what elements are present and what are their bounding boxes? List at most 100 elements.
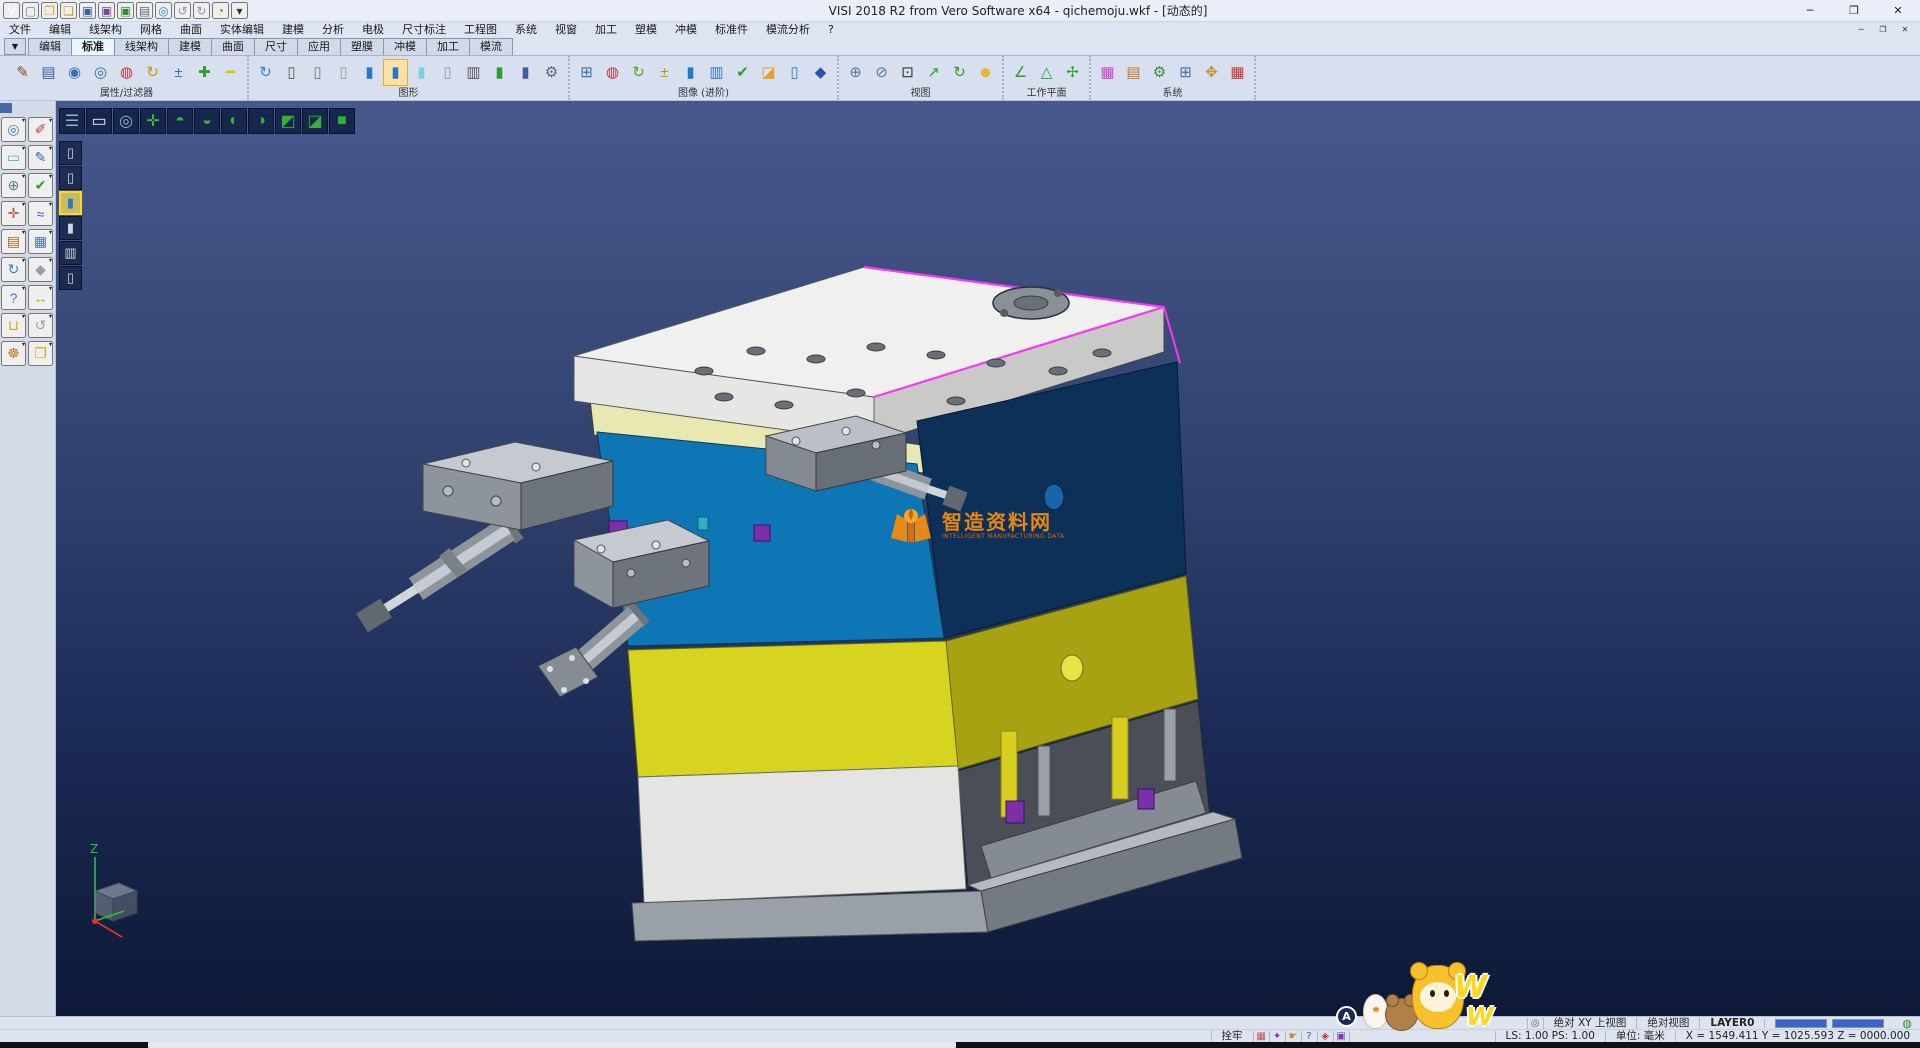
visibility-traffic-light-icon[interactable]: ◍ (114, 59, 139, 86)
dashed-blue-cylinder-icon[interactable]: ▮ (678, 59, 703, 86)
tab-surface[interactable]: 曲面 (211, 38, 255, 55)
hide-subtract-icon[interactable]: ━ (218, 59, 243, 86)
mode-analysis-icon[interactable]: ▯ (59, 266, 82, 290)
model-purple-fitting[interactable] (754, 525, 770, 541)
mdi-restore-button[interactable]: ❐ (1872, 23, 1894, 36)
refresh-visibility-icon[interactable]: ↻ (140, 59, 165, 86)
model-mold-assembly[interactable] (56, 101, 1920, 1016)
view-top-icon[interactable]: ◓ (167, 108, 193, 134)
menu-item[interactable]: 工程图 (455, 22, 506, 37)
tab-dropdown-button[interactable]: ▼ (4, 38, 26, 55)
display-settings-icon[interactable]: ▤ (1121, 59, 1146, 86)
view-back-icon[interactable]: ◪ (302, 108, 328, 134)
status-layer[interactable]: LAYER0 (1699, 1018, 1764, 1029)
selection-hand-icon[interactable]: ✥ (1199, 59, 1224, 86)
modify-attributes-icon[interactable]: ✎ (10, 59, 35, 86)
ucs-axes-icon[interactable]: ✛ (1, 201, 26, 226)
attribute-books-icon[interactable]: ▤ (1, 229, 26, 254)
export-block-icon[interactable]: ◈ (1317, 1031, 1333, 1042)
tab-dimension[interactable]: 尺寸 (254, 38, 298, 55)
mode-transparent-icon[interactable]: ▥ (59, 241, 82, 265)
view-ucs-icon[interactable]: ✛ (140, 108, 166, 134)
mode-wireframe-icon[interactable]: ▯ (59, 141, 82, 165)
snap-window-icon[interactable]: ▦ (1253, 1031, 1269, 1042)
navigation-wheel-icon[interactable]: ☸ (1, 341, 26, 366)
toggle-visibility-icon[interactable]: ± (166, 59, 191, 86)
wireframe-blue-cylinder-icon[interactable]: ▯ (782, 59, 807, 86)
tab-machining[interactable]: 加工 (426, 38, 470, 55)
menu-item[interactable]: 线架构 (80, 22, 131, 37)
shade-face-icon[interactable]: ☻ (973, 59, 998, 86)
history-icon[interactable]: ◔ (212, 2, 229, 19)
hidden-line-cylinder-icon[interactable]: ▯ (305, 59, 330, 86)
menu-item[interactable]: 模流分析 (757, 22, 819, 37)
wireframe-cylinder-icon[interactable]: ▯ (279, 59, 304, 86)
color-palette-icon[interactable]: ▦ (1095, 59, 1120, 86)
magic-wand-icon[interactable]: ✦ (1269, 1031, 1285, 1042)
refresh-view-icon[interactable]: ↻ (1, 257, 26, 282)
shaded-edges-cylinder-icon[interactable]: ▮ (357, 59, 382, 86)
menu-item[interactable]: 系统 (506, 22, 546, 37)
status-lock-toggle[interactable]: 拴牢 (1211, 1031, 1253, 1042)
model-locating-ring[interactable] (993, 287, 1069, 319)
status-view-label[interactable]: 绝对 XY 上视图 (1543, 1018, 1637, 1029)
advanced-refresh-icon[interactable]: ↻ (626, 59, 651, 86)
redraw-icon[interactable]: ↻ (253, 59, 278, 86)
zoom-layers-icon[interactable]: ◎ (1, 117, 26, 142)
workplane-view-icon[interactable]: ✢ (1060, 59, 1085, 86)
scale-1-1-icon[interactable]: ⊡ (895, 59, 920, 86)
advanced-traffic-light-icon[interactable]: ◍ (600, 59, 625, 86)
view-iso-icon[interactable]: ■ (329, 108, 355, 134)
menu-item[interactable]: 编辑 (40, 22, 80, 37)
render-settings-icon[interactable]: ⚙ (539, 59, 564, 86)
advanced-toggle-icon[interactable]: ± (652, 59, 677, 86)
striped-cylinder-icon[interactable]: ▥ (704, 59, 729, 86)
save-as-icon[interactable]: ▣ (98, 2, 115, 19)
sketch-pencil-icon[interactable]: ✎ (28, 145, 53, 170)
erase-pencil-icon[interactable]: ✐ (28, 117, 53, 142)
model-bottom-plate[interactable] (638, 766, 966, 903)
print-preview-icon[interactable]: ◎ (155, 2, 172, 19)
context-help-icon[interactable]: ? (1301, 1031, 1317, 1042)
flat-cylinder-icon[interactable]: ▯ (435, 59, 460, 86)
insert-file-icon[interactable]: ❏ (60, 2, 77, 19)
section-cylinder-icon[interactable]: ◪ (756, 59, 781, 86)
solid-cube-icon[interactable]: ◆ (28, 257, 53, 282)
viewport-3d[interactable]: ☰▭◎✛◓◒◐◑◩◪■ ▯▯▮▮▥▯ 智造资料网 INTELLIGENT MAN… (56, 101, 1920, 1016)
menu-item[interactable]: 网格 (131, 22, 171, 37)
menu-item[interactable]: 尺寸标注 (393, 22, 455, 37)
save-icon[interactable]: ▣ (79, 2, 96, 19)
validate-cylinder-icon[interactable]: ✔ (730, 59, 755, 86)
menu-item[interactable]: 视窗 (546, 22, 586, 37)
workplane-entity-icon[interactable]: △ (1034, 59, 1059, 86)
print-icon[interactable]: ▤ (136, 2, 153, 19)
maximize-button[interactable]: ❐ (1832, 0, 1876, 21)
zoom-previous-icon[interactable]: ◎ (113, 108, 139, 134)
panel-handle[interactable] (0, 103, 12, 113)
close-button[interactable]: ✕ (1876, 0, 1920, 21)
export-folder-icon[interactable]: ❐ (28, 341, 53, 366)
status-search-icon[interactable]: ◎ (1527, 1018, 1543, 1029)
advanced-show-icon[interactable]: ⊞ (574, 59, 599, 86)
undo-icon[interactable]: ↺ (174, 2, 191, 19)
zoom-extents-icon[interactable]: ⊘ (869, 59, 894, 86)
minimize-button[interactable]: ─ (1788, 0, 1832, 21)
workplane-3points-icon[interactable]: ∠ (1008, 59, 1033, 86)
mode-hidden-line-icon[interactable]: ▯ (59, 166, 82, 190)
rotate-view-icon[interactable]: ↻ (947, 59, 972, 86)
measure-distance-icon[interactable]: ↔ (28, 285, 53, 310)
model-cylinder-left[interactable] (362, 442, 613, 623)
menu-item[interactable]: 冲模 (666, 22, 706, 37)
grid-settings-icon[interactable]: ▦ (1225, 59, 1250, 86)
open-file-icon[interactable]: ❐ (41, 2, 58, 19)
view-bottom-icon[interactable]: ◒ (194, 108, 220, 134)
tab-edit[interactable]: 编辑 (28, 38, 72, 55)
menu-item[interactable]: 标准件 (706, 22, 757, 37)
zoom-fit-icon[interactable]: ▭ (86, 108, 112, 134)
stamp-hand-icon[interactable]: ☛ (1285, 1031, 1301, 1042)
menu-item[interactable]: 电极 (353, 22, 393, 37)
save-all-icon[interactable]: ▣ (117, 2, 134, 19)
show-add-icon[interactable]: ✚ (192, 59, 217, 86)
view-front-icon[interactable]: ◩ (275, 108, 301, 134)
menu-item[interactable]: 塑模 (626, 22, 666, 37)
